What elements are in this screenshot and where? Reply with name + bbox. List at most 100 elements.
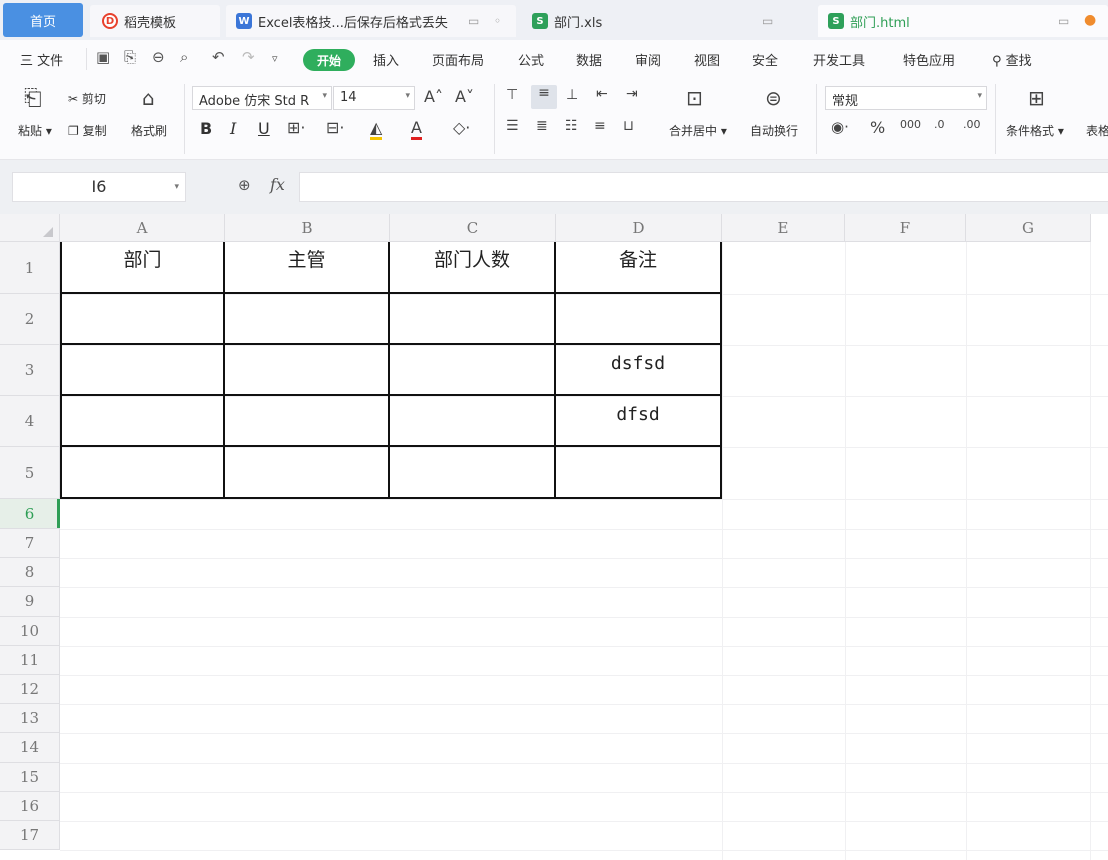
row-header[interactable]: 2 [0, 294, 60, 345]
table-header-cell[interactable]: 备注 [556, 242, 722, 294]
column-header[interactable]: C [390, 214, 556, 242]
table-cell[interactable] [225, 294, 390, 345]
align-bottom-icon[interactable]: ⊥ [566, 87, 578, 103]
menu-security[interactable]: 安全 [752, 50, 778, 69]
customize-dropdown-icon[interactable]: ▿ [272, 52, 278, 65]
column-header[interactable]: A [60, 214, 225, 242]
table-cell[interactable] [60, 345, 225, 396]
column-header[interactable]: F [845, 214, 966, 242]
increase-font-icon[interactable]: A˄ [424, 87, 443, 106]
conditional-format-button[interactable]: 条件格式 ▾ [1006, 122, 1064, 139]
tab-home[interactable]: 首页 [3, 3, 83, 37]
table-header-cell[interactable]: 主管 [225, 242, 390, 294]
align-left-icon[interactable]: ☰ [506, 118, 519, 134]
row-header[interactable]: 4 [0, 396, 60, 447]
table-cell[interactable] [390, 396, 556, 447]
export-icon[interactable]: ⎘ [124, 48, 136, 66]
clear-format-icon[interactable]: ◇· [453, 118, 470, 137]
highlight-color-icon[interactable]: ◭ [370, 118, 383, 140]
decrease-decimal-icon[interactable]: .00 [963, 118, 981, 131]
percent-icon[interactable]: % [870, 118, 885, 137]
tab-docer-templates[interactable]: D 稻壳模板 [90, 5, 220, 37]
table-cell[interactable] [225, 447, 390, 499]
row-header[interactable]: 13 [0, 704, 60, 734]
menu-review[interactable]: 审阅 [635, 50, 661, 69]
row-header[interactable]: 3 [0, 345, 60, 396]
increase-decimal-icon[interactable]: .0 [934, 118, 945, 131]
wrap-text-icon[interactable]: ⊜ [765, 86, 782, 110]
row-header[interactable]: 11 [0, 645, 60, 675]
conditional-format-icon[interactable]: ⊞ [1028, 86, 1045, 110]
save-icon[interactable]: ▣ [96, 48, 110, 66]
menu-special-apps[interactable]: 特色应用 [903, 50, 955, 69]
table-cell[interactable] [60, 447, 225, 499]
font-size-select[interactable]: 14 ▾ [333, 86, 415, 110]
print-preview-icon[interactable]: ⌕ [180, 48, 188, 66]
name-box[interactable]: I6 ▾ [12, 172, 186, 202]
menu-data[interactable]: 数据 [576, 50, 602, 69]
select-all-corner[interactable] [0, 214, 60, 242]
row-header[interactable]: 1 [0, 242, 60, 294]
menu-developer[interactable]: 开发工具 [813, 50, 865, 69]
redo-icon[interactable]: ↷ [242, 48, 255, 66]
paste-icon[interactable]: ⎗ [24, 86, 42, 111]
fill-color-icon[interactable]: ⊟· [326, 118, 345, 137]
menu-formulas[interactable]: 公式 [518, 50, 544, 69]
cut-button[interactable]: ✂ 剪切 [68, 90, 106, 107]
distributed-align-icon[interactable]: ⊔ [623, 118, 634, 134]
menu-insert[interactable]: 插入 [373, 50, 399, 69]
column-header[interactable]: G [966, 214, 1091, 242]
table-cell[interactable] [390, 447, 556, 499]
menu-view[interactable]: 视图 [694, 50, 720, 69]
table-cell[interactable] [60, 396, 225, 447]
comment-icon[interactable]: ▭ [468, 14, 479, 28]
tab-xls-file[interactable]: S 部门.xls ▭ [520, 5, 816, 37]
table-cell[interactable] [60, 294, 225, 345]
borders-icon[interactable]: ⊞· [287, 118, 306, 137]
column-header[interactable]: B [225, 214, 390, 242]
row-header[interactable]: 10 [0, 616, 60, 646]
font-color-icon[interactable]: A [411, 118, 422, 140]
table-cell[interactable] [225, 345, 390, 396]
row-header[interactable]: 15 [0, 762, 60, 792]
wrap-text-button[interactable]: 自动换行 [750, 122, 798, 139]
print-icon[interactable]: ⊖ [152, 48, 165, 66]
column-header[interactable]: D [556, 214, 722, 242]
merge-center-button[interactable]: 合并居中 ▾ [669, 122, 727, 139]
decrease-font-icon[interactable]: A˅ [455, 87, 474, 106]
table-cell[interactable]: dsfsd [556, 345, 722, 396]
table-cell[interactable]: dfsd [556, 396, 722, 447]
menu-page-layout[interactable]: 页面布局 [432, 50, 484, 69]
comment-icon[interactable]: ▭ [1058, 14, 1069, 28]
row-header[interactable]: 12 [0, 675, 60, 705]
font-name-select[interactable]: Adobe 仿宋 Std R ▾ [192, 86, 332, 110]
underline-button[interactable]: U [258, 119, 270, 138]
justify-icon[interactable]: ≡ [594, 118, 606, 134]
row-header[interactable]: 7 [0, 529, 60, 559]
row-header[interactable]: 9 [0, 587, 60, 617]
row-header[interactable]: 17 [0, 821, 60, 851]
format-painter-icon[interactable]: ⌂ [142, 86, 155, 110]
menu-search[interactable]: ⚲ 查找 [992, 50, 1032, 69]
bold-button[interactable]: B [200, 119, 212, 138]
row-header[interactable]: 6 [0, 499, 60, 529]
italic-button[interactable]: I [230, 119, 236, 138]
table-header-cell[interactable]: 部门 [60, 242, 225, 294]
format-painter-button[interactable]: 格式刷 [131, 122, 167, 139]
currency-icon[interactable]: ◉· [831, 118, 849, 136]
row-header[interactable]: 14 [0, 733, 60, 763]
paste-button[interactable]: 粘贴 ▾ [18, 122, 52, 139]
table-header-cell[interactable]: 部门人数 [390, 242, 556, 294]
zoom-search-icon[interactable]: ⊕ [238, 176, 251, 194]
table-cell[interactable] [556, 294, 722, 345]
thousands-separator-icon[interactable]: 000 [900, 118, 921, 131]
increase-indent-icon[interactable]: ⇥ [626, 86, 638, 102]
table-style-button[interactable]: 表格 [1086, 122, 1108, 139]
table-cell[interactable] [556, 447, 722, 499]
column-header[interactable]: E [722, 214, 845, 242]
row-header[interactable]: 16 [0, 791, 60, 821]
menu-start[interactable]: 开始 [303, 49, 355, 71]
tab-word-document[interactable]: W Excel表格技...后保存后格式丢失 ▭ ◦ [226, 5, 516, 37]
align-top-icon[interactable]: ⊤ [506, 87, 518, 103]
copy-button[interactable]: ❐ 复制 [68, 122, 107, 139]
